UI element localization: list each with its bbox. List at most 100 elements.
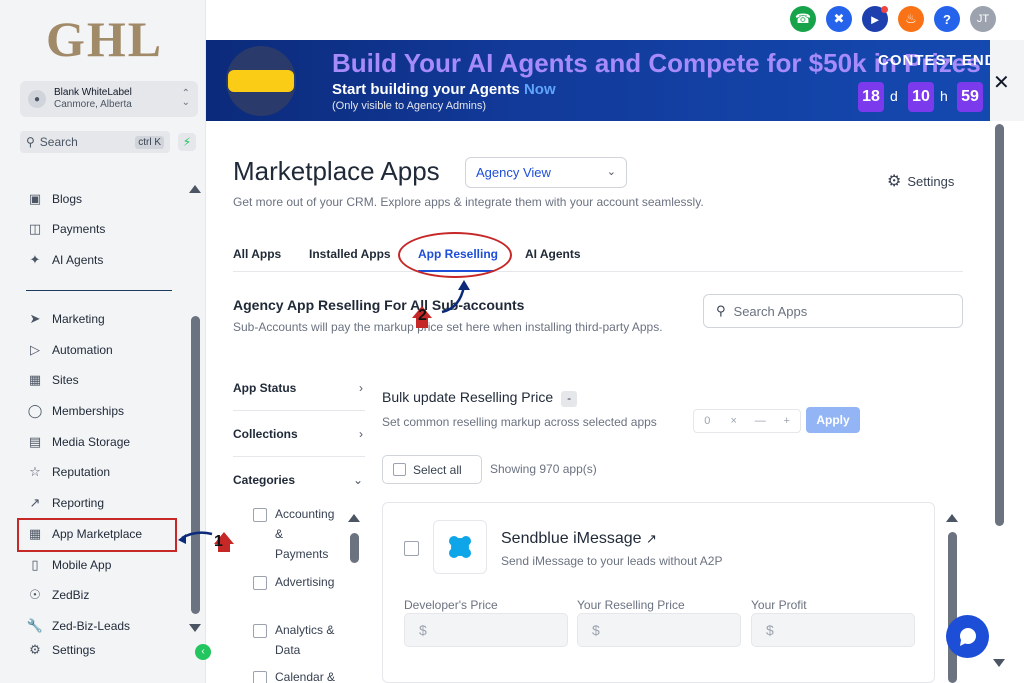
search-icon: ⚲ bbox=[26, 135, 35, 149]
apply-button[interactable]: Apply bbox=[806, 407, 860, 433]
annotation-number-2: 2 bbox=[418, 307, 427, 324]
cards-scrollbar[interactable] bbox=[948, 532, 957, 683]
sidebar-item-label: Settings bbox=[52, 643, 96, 657]
filter-label: App Status bbox=[233, 381, 297, 395]
category-item[interactable]: Calendar & bbox=[253, 670, 339, 683]
tab-all-apps[interactable]: All Apps bbox=[233, 247, 281, 261]
divider bbox=[26, 290, 172, 291]
bulk-update-description: Set common reselling markup across selec… bbox=[382, 415, 657, 429]
sidebar-item-ai-agents[interactable]: ✦ AI Agents bbox=[26, 249, 104, 271]
sidebar-item-label: Media Storage bbox=[52, 435, 131, 449]
bulk-update-title: Bulk update Reselling Price - bbox=[382, 389, 578, 407]
sidebar-search[interactable]: ⚲ Search ctrl K bbox=[20, 131, 170, 153]
search-apps-input[interactable]: ⚲ Search Apps bbox=[703, 294, 963, 328]
sites-icon: ▦ bbox=[28, 372, 42, 387]
sidebar-scrollbar[interactable] bbox=[191, 316, 200, 614]
sidebar-item-sites[interactable]: ▦ Sites bbox=[26, 369, 79, 391]
account-switcher[interactable]: ● Blank WhiteLabel Canmore, Alberta ⌃ ⌄ bbox=[20, 81, 198, 117]
category-item[interactable]: Analytics & Data bbox=[253, 623, 339, 660]
tab-installed-apps[interactable]: Installed Apps bbox=[309, 247, 391, 261]
sidebar-item-mobile-app[interactable]: ▯ Mobile App bbox=[26, 554, 111, 576]
account-location: Canmore, Alberta bbox=[54, 99, 132, 110]
filter-collections[interactable]: Collections › bbox=[233, 427, 363, 441]
minus-icon[interactable]: — bbox=[747, 415, 774, 427]
results-count: Showing 970 app(s) bbox=[490, 462, 597, 476]
help-icon[interactable]: ? bbox=[934, 6, 960, 32]
bolt-icon[interactable]: ⚡ bbox=[178, 133, 196, 151]
markup-stepper[interactable]: 0 × — + bbox=[693, 409, 801, 433]
settings-button[interactable]: ⚙ Settings bbox=[887, 171, 954, 191]
chat-button[interactable] bbox=[946, 615, 989, 658]
sidebar-item-settings[interactable]: ⚙ Settings bbox=[26, 639, 95, 661]
chat-bubble-icon bbox=[959, 627, 976, 646]
sendblue-icon bbox=[449, 536, 471, 558]
sidebar-scroll-up[interactable] bbox=[189, 185, 201, 193]
section-title: Agency App Reselling For All Sub-account… bbox=[233, 297, 525, 313]
multiply-icon[interactable]: × bbox=[721, 415, 748, 427]
sidebar-item-label: Zed-Biz-Leads bbox=[52, 619, 131, 633]
plus-icon[interactable]: + bbox=[774, 415, 801, 427]
categories-scrollbar[interactable] bbox=[350, 533, 359, 563]
sidebar-item-label: ZedBiz bbox=[52, 588, 90, 602]
filter-app-status[interactable]: App Status › bbox=[233, 381, 363, 395]
sidebar-item-reporting[interactable]: ↗ Reporting bbox=[26, 492, 104, 514]
glasses-icon bbox=[228, 70, 294, 92]
sidebar-item-reputation[interactable]: ☆ Reputation bbox=[26, 461, 110, 483]
reselling-price-input[interactable]: $ bbox=[577, 613, 741, 647]
external-link-icon[interactable]: ↗ bbox=[646, 531, 657, 546]
app-name[interactable]: Sendblue iMessage ↗ bbox=[501, 530, 657, 548]
banner-now-link[interactable]: Now bbox=[524, 81, 556, 98]
category-item[interactable]: Advertising bbox=[253, 575, 339, 592]
star-icon: ☆ bbox=[29, 464, 41, 479]
image-icon: ▤ bbox=[28, 434, 42, 449]
main-scroll-down[interactable] bbox=[993, 659, 1005, 667]
main-scrollbar[interactable] bbox=[995, 124, 1004, 526]
promo-banner[interactable]: Build Your AI Agents and Compete for $50… bbox=[206, 40, 990, 121]
search-shortcut: ctrl K bbox=[135, 135, 164, 149]
sidebar-item-zedbiz[interactable]: ☉ ZedBiz bbox=[26, 584, 89, 606]
select-all-button[interactable]: Select all bbox=[382, 455, 482, 484]
bell-icon[interactable]: ♨ bbox=[898, 6, 924, 32]
avatar[interactable]: JT bbox=[970, 6, 996, 32]
megaphone-icon[interactable]: ► bbox=[862, 6, 888, 32]
close-icon[interactable]: ✕ bbox=[993, 70, 1010, 95]
sidebar-scroll-down[interactable] bbox=[189, 624, 201, 632]
sidebar-item-zed-biz-leads[interactable]: 🔧 Zed-Biz-Leads bbox=[26, 615, 130, 637]
developer-price-label: Developer's Price bbox=[404, 598, 498, 612]
category-label: Calendar & bbox=[275, 670, 336, 683]
filter-categories[interactable]: Categories ⌄ bbox=[233, 473, 363, 487]
category-checkbox[interactable] bbox=[253, 671, 267, 683]
stepper-value[interactable]: 0 bbox=[694, 415, 721, 427]
sidebar-item-automation[interactable]: ▷ Automation bbox=[26, 339, 113, 361]
category-checkbox[interactable] bbox=[253, 508, 267, 522]
banner-subheadline: Start building your Agents Now bbox=[332, 81, 556, 98]
sidebar-item-label: Reporting bbox=[52, 496, 105, 510]
collapse-sidebar-button[interactable]: ‹ bbox=[195, 644, 211, 660]
sidebar-item-memberships[interactable]: ◯ Memberships bbox=[26, 400, 124, 422]
banner-note: (Only visible to Agency Admins) bbox=[332, 100, 487, 112]
tab-ai-agents[interactable]: AI Agents bbox=[525, 247, 581, 261]
app-card[interactable]: Sendblue iMessage ↗ Send iMessage to you… bbox=[382, 502, 935, 683]
reselling-price-label: Your Reselling Price bbox=[577, 598, 685, 612]
collapse-icon[interactable]: - bbox=[561, 391, 578, 407]
view-select[interactable]: Agency View ⌄ bbox=[465, 157, 627, 188]
sidebar-item-payments[interactable]: ◫ Payments bbox=[26, 218, 106, 240]
brand-logo[interactable]: GHL bbox=[46, 10, 163, 68]
search-icon: ⚲ bbox=[716, 303, 726, 318]
sidebar-item-label: Memberships bbox=[52, 404, 125, 418]
sidebar-item-marketing[interactable]: ➤ Marketing bbox=[26, 308, 105, 330]
cards-scroll-up[interactable] bbox=[946, 514, 958, 522]
select-all-checkbox[interactable] bbox=[393, 463, 406, 476]
sidebar-item-media-storage[interactable]: ▤ Media Storage bbox=[26, 431, 130, 453]
category-checkbox[interactable] bbox=[253, 576, 267, 590]
categories-scroll-up[interactable] bbox=[348, 514, 360, 522]
ticket-icon[interactable]: ✖ bbox=[826, 6, 852, 32]
app-checkbox[interactable] bbox=[404, 541, 419, 556]
account-name: Blank WhiteLabel bbox=[54, 87, 132, 98]
bulk-update-title-text: Bulk update Reselling Price bbox=[382, 389, 554, 405]
phone-icon[interactable]: ☎ bbox=[790, 6, 816, 32]
sidebar-item-blogs[interactable]: ▣ Blogs bbox=[26, 188, 82, 210]
category-item[interactable]: Accounting & Payments bbox=[253, 507, 339, 564]
chevron-right-icon: › bbox=[359, 381, 363, 395]
category-checkbox[interactable] bbox=[253, 624, 267, 638]
